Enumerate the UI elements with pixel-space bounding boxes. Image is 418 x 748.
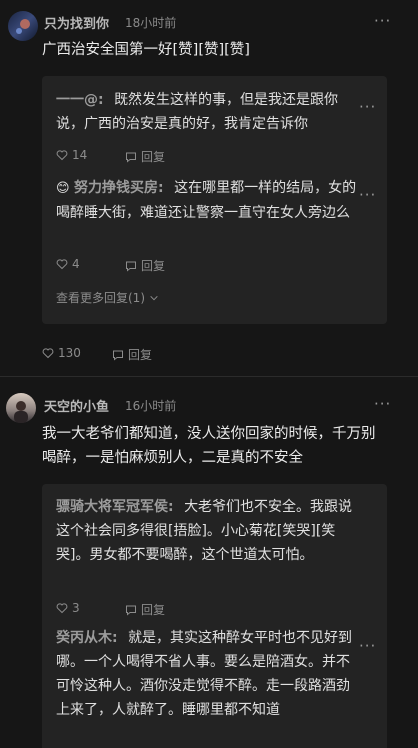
like-count: 4 [72, 257, 80, 271]
comment-icon [126, 261, 136, 272]
avatar[interactable] [6, 393, 36, 423]
replies-box: 一一@: 既然发生这样的事，但是我还是跟你说，广西的治安是真的好，我肯定告诉你 … [42, 76, 387, 324]
reply-item: 一一@: 既然发生这样的事，但是我还是跟你说，广西的治安是真的好，我肯定告诉你 [56, 88, 356, 136]
reply-item: 骠骑大将军冠军侯: 大老爷们也不安全。我跟说这个社会同多得很[捂脸]。小心菊花[… [56, 495, 356, 567]
reply-username[interactable]: 骠骑大将军冠军侯: [56, 499, 174, 515]
reply-item: 😊 努力挣钱买房: 这在哪里都一样的结局，女的喝醉睡大街，难道还让警察一直守在女… [56, 176, 362, 225]
reply-username[interactable]: 一一@: [56, 92, 104, 108]
reply-button[interactable]: 回复 [125, 257, 165, 274]
view-more-label: 查看更多回复(1) [56, 291, 145, 305]
reply-username[interactable]: 癸丙从木: [56, 630, 118, 646]
ellipsis-icon[interactable]: ··· [374, 397, 391, 412]
reply-username[interactable]: 努力挣钱买房: [74, 180, 164, 196]
username[interactable]: 只为找到你 [44, 13, 109, 32]
like-count: 14 [72, 148, 88, 162]
like-button[interactable]: 4 [56, 257, 80, 271]
view-more-replies[interactable]: 查看更多回复(1) [56, 289, 159, 306]
avatar[interactable] [8, 11, 38, 41]
heart-icon [56, 259, 68, 270]
comment-icon [113, 350, 123, 361]
replies-box: 骠骑大将军冠军侯: 大老爷们也不安全。我跟说这个社会同多得很[捂脸]。小心菊花[… [42, 484, 387, 748]
ellipsis-icon[interactable]: ··· [374, 14, 391, 29]
divider [0, 376, 418, 377]
like-count: 3 [72, 601, 80, 615]
comment-text: 我一大老爷们都知道，没人送你回家的时候，千万别喝醉，一是怕麻烦别人，二是真的不安… [42, 426, 376, 466]
like-count: 130 [58, 346, 81, 360]
reply-label: 回复 [141, 259, 166, 273]
like-button[interactable]: 3 [56, 601, 80, 615]
like-button[interactable]: 14 [56, 148, 87, 162]
reply-label: 回复 [141, 603, 166, 617]
comment-text: 广西治安全国第一好[赞][赞][赞] [42, 42, 250, 58]
reply-button[interactable]: 回复 [125, 601, 165, 618]
chevron-down-icon [150, 295, 158, 300]
timestamp: 16小时前 [125, 399, 177, 413]
ellipsis-icon[interactable]: ··· [359, 639, 376, 654]
reply-button[interactable]: 回复 [112, 346, 152, 363]
timestamp: 18小时前 [125, 16, 177, 30]
like-button[interactable]: 130 [42, 346, 81, 360]
ellipsis-icon[interactable]: ··· [359, 188, 376, 203]
heart-icon [56, 603, 68, 614]
heart-icon [56, 150, 68, 161]
comment-icon [126, 605, 136, 616]
reply-item: 癸丙从木: 就是，其实这种醉女平时也不见好到哪。一个人喝得不省人事。要么是陪酒女… [56, 626, 356, 722]
reply-label: 回复 [141, 150, 166, 164]
comment-icon [126, 152, 136, 163]
emoji: 😊 [56, 181, 70, 196]
ellipsis-icon[interactable]: ··· [359, 100, 376, 115]
heart-icon [42, 348, 54, 359]
username[interactable]: 天空的小鱼 [44, 396, 109, 415]
reply-button[interactable]: 回复 [125, 148, 165, 165]
reply-label: 回复 [128, 348, 153, 362]
